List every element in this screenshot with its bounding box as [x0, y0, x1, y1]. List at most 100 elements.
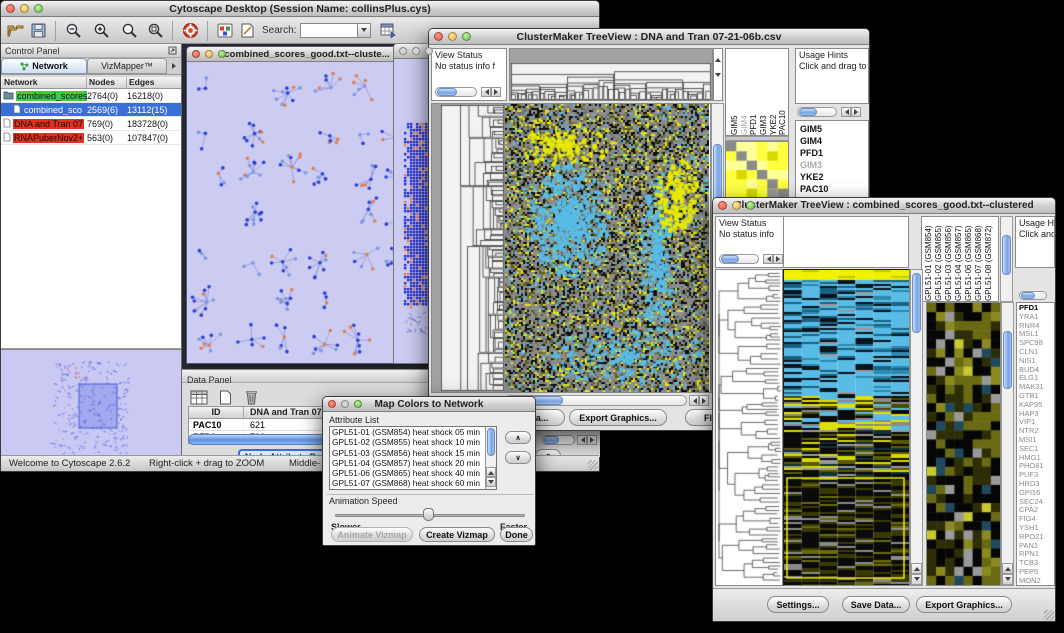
network-overview-canvas[interactable] [1, 350, 180, 456]
scroll-up-button[interactable] [486, 467, 496, 477]
gene-label[interactable]: BUD4 [1019, 366, 1054, 375]
tab-overflow-button[interactable] [167, 58, 181, 74]
attribute-list-item[interactable]: GPL51-06 (GSM865) heat shock 40 min [332, 468, 496, 478]
gene-label[interactable]: MON2 [1019, 577, 1054, 586]
column-label[interactable]: GIM5 [730, 49, 740, 135]
done-button[interactable]: Done [500, 527, 533, 542]
column-label[interactable]: GPL51-07 (GSM868) [974, 217, 984, 301]
column-label[interactable]: GPL51-04 (GSM857) [954, 217, 964, 301]
column-label[interactable]: GPL51-08 (GSM872) [984, 217, 994, 301]
move-up-button[interactable]: ∧ [505, 431, 531, 444]
attribute-list[interactable]: GPL51-01 (GSM854) heat shock 05 minGPL51… [329, 426, 497, 490]
gene-label[interactable]: SEC1 [1019, 445, 1054, 454]
tv2-heatmap[interactable] [783, 269, 910, 586]
help-lifering-icon[interactable] [179, 21, 201, 41]
frame-minimize-button[interactable] [205, 50, 213, 58]
gene-label[interactable]: NTR2 [1019, 427, 1054, 436]
tv1-column-labels-panel[interactable]: GIM5GIM4PFD1GIM3YKE2PAC10 [725, 48, 789, 136]
network-table-header[interactable]: Network Nodes Edges [1, 77, 181, 89]
zoom-fit-icon[interactable] [144, 21, 166, 41]
new-document-icon[interactable] [214, 387, 236, 407]
tv1-top-dendrogram-canvas[interactable] [510, 49, 712, 100]
gene-label[interactable]: GPI16 [1019, 489, 1054, 498]
zoom-button[interactable] [34, 4, 43, 13]
treeview1-titlebar[interactable]: ClusterMaker TreeView : DNA and Tran 07-… [429, 29, 869, 45]
scroll-left-button[interactable] [481, 87, 491, 97]
gene-label[interactable]: SEC24 [1019, 498, 1054, 507]
scroll-right-button[interactable] [773, 254, 783, 264]
tv1-heatmap-canvas[interactable] [505, 104, 709, 392]
attribute-list-item[interactable]: GPL51-02 (GSM855) heat shock 10 min [332, 437, 496, 447]
treeview2-titlebar[interactable]: ClusterMaker TreeView : combined_scores_… [713, 198, 1055, 214]
attribute-list-item[interactable]: GPL51-01 (GSM854) heat shock 05 min [332, 427, 496, 437]
create-vizmap-button[interactable]: Create Vizmap [419, 527, 495, 542]
tv2-column-labels-panel[interactable]: GPL51-01 (GSM854)GPL51-02 (GSM855)GPL51-… [921, 216, 999, 302]
network-row[interactable]: RNAPuberNov2+563(0)107847(0) [1, 131, 181, 145]
open-file-icon[interactable] [5, 21, 27, 41]
gene-label[interactable]: RNR4 [1019, 322, 1054, 331]
gene-label[interactable]: MSL1 [1019, 330, 1054, 339]
vizmapper-icon[interactable] [214, 21, 236, 41]
gene-label[interactable]: GIM4 [800, 135, 868, 147]
gene-label[interactable]: PEP5 [1019, 568, 1054, 577]
scroll-up-button[interactable] [1002, 563, 1013, 574]
minimize-button[interactable] [732, 201, 741, 210]
col-header-nodes[interactable]: Nodes [87, 77, 127, 88]
gene-label[interactable]: KAP95 [1019, 401, 1054, 410]
tv1-left-dendrogram[interactable] [431, 103, 505, 393]
tab-vizmapper[interactable]: VizMapper™ [87, 58, 167, 74]
column-label[interactable]: PFD1 [749, 49, 759, 135]
gene-label[interactable]: GIM3 [800, 159, 868, 171]
tv2-export-graphics-button[interactable]: Export Graphics... [916, 596, 1012, 613]
tv2-dendrogram-panel[interactable] [715, 269, 783, 586]
data-col-id[interactable]: ID [189, 407, 244, 418]
frame-zoom-button[interactable] [425, 47, 433, 55]
network-overview-panel[interactable] [1, 349, 181, 457]
gene-label[interactable]: FIG4 [1019, 515, 1054, 524]
network-row[interactable]: combined_sco2569(6)13112(15) [1, 103, 181, 117]
scroll-right-button[interactable] [699, 395, 709, 406]
minimize-button[interactable] [20, 4, 29, 13]
table-grid-icon[interactable] [188, 387, 210, 407]
zoom-button[interactable] [462, 32, 471, 41]
gene-label[interactable]: CLN1 [1019, 348, 1054, 357]
float-panel-icon[interactable] [168, 42, 181, 60]
main-titlebar[interactable]: Cytoscape Desktop (Session Name: collins… [1, 1, 599, 17]
gene-label[interactable]: HRD3 [1019, 480, 1054, 489]
tv1-hints-scrollbar[interactable] [795, 106, 869, 118]
tv1-top-dendrogram[interactable] [509, 48, 713, 101]
gene-label[interactable]: CPA2 [1019, 506, 1054, 515]
column-label[interactable]: GPL51-02 (GSM855) [934, 217, 944, 301]
tv2-heatmap-canvas[interactable] [784, 270, 909, 585]
tv2-save-data-button[interactable]: Save Data... [842, 596, 910, 613]
zoom-out-icon[interactable] [62, 21, 84, 41]
gene-label[interactable]: PHO81 [1019, 462, 1054, 471]
close-button[interactable] [6, 4, 15, 13]
resize-grip[interactable] [1044, 610, 1054, 620]
data-panel-scroll-fragment[interactable] [541, 435, 597, 446]
zoom-button[interactable] [746, 201, 755, 210]
tv2-heatmap-vscrollbar[interactable] [910, 269, 923, 586]
close-button[interactable] [718, 201, 727, 210]
scroll-left-button[interactable] [689, 395, 699, 406]
scroll-right-button[interactable] [587, 435, 597, 445]
frame-zoom-button[interactable] [218, 50, 226, 58]
trash-icon[interactable] [240, 387, 262, 407]
column-label[interactable]: GIM3 [759, 49, 769, 135]
save-icon[interactable] [27, 21, 49, 41]
gene-label[interactable]: GTB1 [1019, 392, 1054, 401]
minimize-button[interactable] [448, 32, 457, 41]
tv2-zoom-heatmap[interactable] [926, 302, 1001, 586]
column-label[interactable]: GPL51-06 (GSM865) [964, 217, 974, 301]
attribute-list-scrollbar[interactable] [485, 427, 496, 489]
frame-close-button[interactable] [192, 50, 200, 58]
scroll-up-button[interactable] [911, 563, 922, 574]
tv1-status-scrollbar[interactable] [435, 87, 477, 97]
col-header-network[interactable]: Network [1, 77, 87, 88]
attribute-list-item[interactable]: GPL51-03 (GSM856) heat shock 15 min [332, 448, 496, 458]
gene-label[interactable]: YSH1 [1019, 524, 1054, 533]
tv1-column-arrows-strip[interactable] [713, 48, 723, 101]
column-label[interactable]: GIM4 [740, 49, 750, 135]
search-input[interactable] [300, 23, 358, 38]
network-row[interactable]: combined_scores2764(0)16218(0) [1, 89, 181, 103]
